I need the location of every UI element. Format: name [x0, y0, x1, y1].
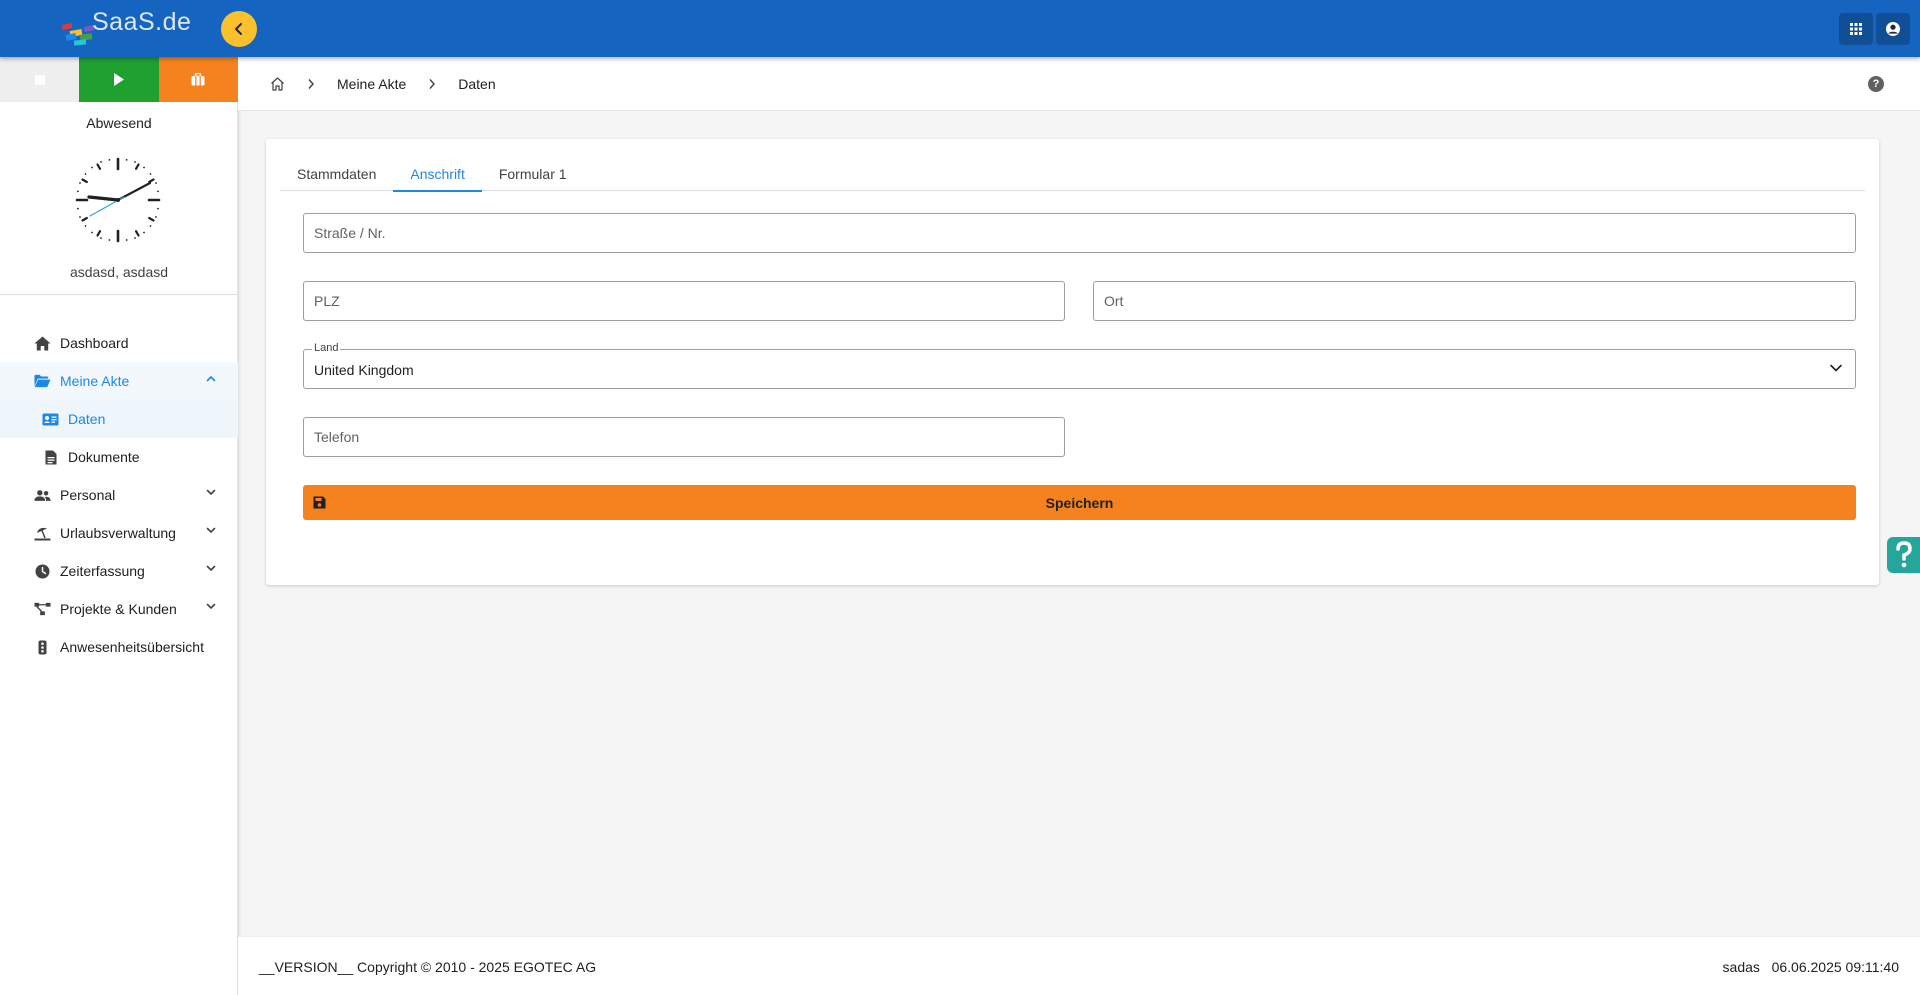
country-label: Land — [312, 342, 341, 354]
chevron-right-icon — [429, 79, 436, 89]
top-bar: SaaS.de — [0, 0, 1920, 57]
sidebar-item-personal[interactable]: Personal — [0, 476, 238, 514]
time-status-bar — [0, 57, 238, 102]
sidebar-divider — [0, 294, 238, 295]
stop-button[interactable] — [0, 57, 80, 102]
street-field-wrapper — [303, 213, 1856, 253]
sidebar-item-label: Dokumente — [68, 449, 140, 465]
home-outline-icon — [271, 77, 284, 91]
question-mark-icon — [1895, 541, 1912, 568]
user-account-button[interactable] — [1876, 13, 1910, 45]
chevron-down-icon — [206, 565, 216, 572]
id-card-icon — [42, 411, 59, 428]
users-icon — [34, 487, 51, 504]
tab-bar: Stammdaten Anschrift Formular 1 — [280, 157, 1865, 192]
sidebar-item-label: Dashboard — [60, 335, 129, 351]
sidebar-item-projekte-kunden[interactable]: Projekte & Kunden — [0, 590, 238, 628]
footer-datetime: 06.06.2025 09:11:40 — [1771, 959, 1899, 975]
copyright-text: __VERSION__ Copyright © 2010 - 2025 EGOT… — [259, 959, 597, 975]
tab-anschrift[interactable]: Anschrift — [393, 157, 483, 192]
apps-grid-icon — [1850, 23, 1862, 35]
zip-field-wrapper — [303, 281, 1065, 321]
country-value: United Kingdom — [314, 362, 414, 378]
sidebar: Abwesend asdasd, asdasd Dashboard Meine … — [0, 57, 238, 995]
chevron-down-icon — [1830, 364, 1842, 372]
app-logo[interactable]: SaaS.de — [60, 6, 192, 50]
tab-stammdaten[interactable]: Stammdaten — [280, 157, 393, 191]
briefcase-icon — [191, 73, 205, 86]
chevron-down-icon — [206, 489, 216, 496]
user-circle-icon — [1886, 22, 1900, 36]
chevron-left-icon — [235, 23, 242, 35]
sidebar-item-anwesenheitsuebersicht[interactable]: Anwesenheitsübersicht — [0, 628, 238, 666]
breadcrumb: Meine Akte Daten — [270, 57, 496, 111]
clock-icon — [34, 563, 51, 580]
sidebar-item-daten[interactable]: Daten — [0, 400, 238, 438]
file-icon — [42, 449, 59, 466]
breadcrumb-home[interactable] — [270, 77, 285, 91]
city-field-wrapper — [1093, 281, 1856, 321]
breadcrumb-separator — [307, 78, 315, 90]
breadcrumb-daten: Daten — [458, 76, 496, 92]
sidebar-item-label: Personal — [60, 487, 116, 503]
presence-status: Abwesend — [86, 115, 152, 131]
sidebar-item-urlaubsverwaltung[interactable]: Urlaubsverwaltung — [0, 514, 238, 552]
save-disk-icon — [313, 496, 326, 509]
save-button-label: Speichern — [1045, 494, 1114, 511]
folder-open-icon — [34, 373, 51, 390]
phone-input[interactable] — [304, 418, 1064, 456]
chevron-up-icon — [206, 375, 216, 382]
beach-umbrella-icon — [34, 525, 51, 542]
sidebar-item-label: Zeiterfassung — [60, 563, 145, 579]
footer: __VERSION__ Copyright © 2010 - 2025 EGOT… — [238, 936, 1920, 995]
country-select[interactable]: Land United Kingdom — [303, 342, 1856, 389]
analog-clock-icon — [75, 157, 161, 243]
apps-button[interactable] — [1839, 13, 1873, 45]
form-card: Stammdaten Anschrift Formular 1 Land Uni… — [266, 139, 1879, 585]
sidebar-item-label: Meine Akte — [60, 373, 130, 389]
sidebar-nav: Dashboard Meine Akte Daten Dokumente Per… — [0, 324, 238, 666]
footer-user: sadas — [1722, 959, 1760, 975]
breadcrumb-separator — [428, 78, 436, 90]
chevron-right-icon — [308, 79, 314, 89]
breadcrumb-meine-akte[interactable]: Meine Akte — [337, 76, 406, 92]
sidebar-item-label: Projekte & Kunden — [60, 601, 177, 617]
logo-text: SaaS.de — [92, 8, 192, 36]
street-input[interactable] — [304, 214, 1855, 252]
chevron-down-icon — [206, 603, 216, 610]
start-button[interactable] — [79, 57, 159, 102]
sidebar-item-label: Urlaubsverwaltung — [60, 525, 176, 541]
sidebar-item-label: Anwesenheitsübersicht — [60, 639, 204, 655]
sidebar-item-meine-akte[interactable]: Meine Akte — [0, 362, 238, 400]
project-diagram-icon — [34, 601, 51, 618]
breadcrumb-bar: Meine Akte Daten ? — [238, 57, 1920, 111]
zip-input[interactable] — [304, 282, 1064, 320]
floating-help-button[interactable] — [1887, 537, 1920, 573]
collapse-sidebar-button[interactable] — [221, 11, 257, 47]
sidebar-item-zeiterfassung[interactable]: Zeiterfassung — [0, 552, 238, 590]
home-icon — [34, 335, 51, 352]
footer-status: sadas 06.06.2025 09:11:40 — [1723, 959, 1899, 975]
sidebar-item-dashboard[interactable]: Dashboard — [0, 324, 238, 362]
city-input[interactable] — [1094, 282, 1855, 320]
stop-icon — [34, 74, 45, 85]
traffic-light-icon — [34, 639, 51, 656]
save-button[interactable]: Speichern — [303, 485, 1856, 520]
tab-formular-1[interactable]: Formular 1 — [482, 157, 584, 191]
help-icon[interactable]: ? — [1868, 76, 1884, 92]
phone-field-wrapper — [303, 417, 1065, 457]
user-name: asdasd, asdasd — [69, 264, 169, 280]
sidebar-item-label: Daten — [68, 411, 106, 427]
play-icon — [113, 73, 124, 86]
chevron-down-icon — [206, 527, 216, 534]
break-button[interactable] — [158, 57, 238, 102]
sidebar-item-dokumente[interactable]: Dokumente — [0, 438, 238, 476]
